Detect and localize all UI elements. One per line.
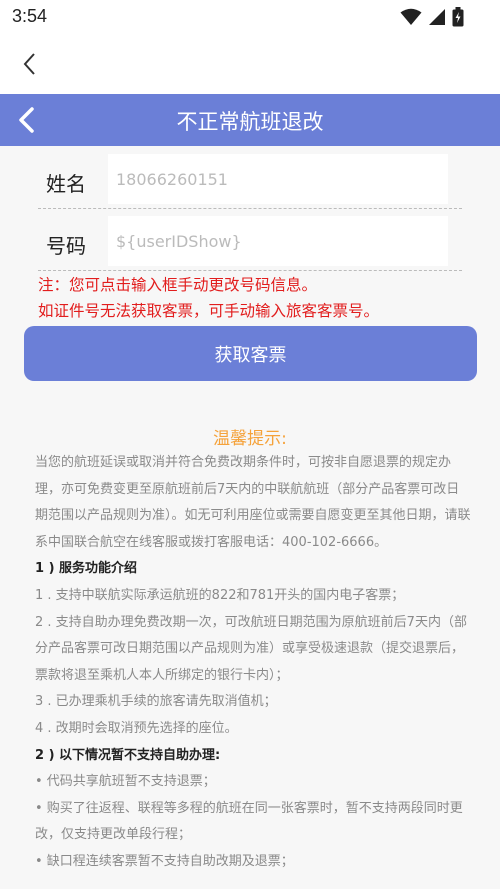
tips-title: 温馨提示: — [213, 429, 287, 449]
page-title: 不正常航班退改 — [176, 110, 324, 134]
list-item: 4 . 改期时会取消预先选择的座位。 — [35, 720, 238, 736]
list-item: 3 . 已办理乘机手续的旅客请先取消值机； — [35, 694, 277, 710]
battery-charging-icon — [452, 7, 464, 27]
status-bar: 3:54 — [0, 0, 500, 34]
section-title: 1 ) 服务功能介绍 — [35, 561, 138, 577]
status-icons — [400, 7, 464, 27]
number-input[interactable] — [108, 216, 448, 266]
list-item: 2 . 支持自助办理免费改期一次，可改航班日期范围为原航班前后7天内（部分产品客… — [35, 614, 467, 683]
get-ticket-button[interactable]: 获取客票 — [24, 326, 477, 381]
title-bar: 不正常航班退改 — [0, 94, 500, 146]
outer-back-button[interactable] — [18, 50, 44, 78]
note-line-2: 如证件号无法获取客票，可手动输入旅客客票号。 — [38, 302, 380, 320]
tips-intro: 当您的航班延误或取消并符合免费改期条件时，可按非自愿退票的规定办理，亦可免费变更… — [35, 455, 471, 550]
number-row: 号码 — [38, 212, 462, 272]
note-line-1: 注：您可点击输入框手动更改号码信息。 — [38, 276, 318, 294]
divider — [38, 208, 462, 209]
status-time: 3:54 — [12, 6, 48, 26]
main-content: 姓名 号码 注：您可点击输入框手动更改号码信息。 如证件号无法获取客票，可手动输… — [0, 146, 500, 889]
number-label: 号码 — [46, 234, 86, 258]
cellular-signal-icon — [429, 9, 445, 25]
list-item: • 缺口程连续客票暂不支持自助改期及退票； — [35, 853, 294, 869]
section-title: 2 ) 以下情况暂不支持自助办理: — [35, 747, 221, 763]
divider — [38, 270, 462, 271]
name-label: 姓名 — [46, 172, 86, 196]
wifi-icon — [400, 8, 422, 25]
list-item: • 代码共享航班暂不支持退票； — [35, 774, 216, 790]
chevron-left-icon — [23, 53, 35, 75]
name-input[interactable] — [108, 154, 448, 204]
name-row: 姓名 — [38, 150, 462, 210]
list-item: 1 . 支持中联航实际承运航班的822和781开头的国内电子客票； — [35, 587, 405, 603]
outer-nav-bar — [0, 34, 500, 94]
list-item: • 购买了往返程、联程等多程的航班在同一张客票时，暂不支持两段同时更改，仅支持更… — [35, 800, 463, 843]
tips-body: 当您的航班延误或取消并符合免费改期条件时，可按非自愿退票的规定办理，亦可免费变更… — [35, 450, 471, 876]
